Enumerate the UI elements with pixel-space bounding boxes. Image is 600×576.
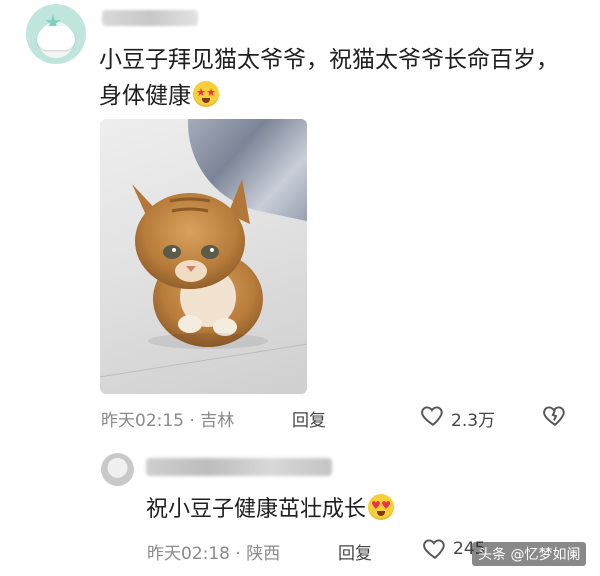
like-count: 2.3万	[451, 411, 496, 431]
reply-time: 昨天02:18	[147, 544, 230, 564]
comment-body: 小豆子拜见猫太爷爷，祝猫太爷爷长命百岁，身体健康	[99, 47, 559, 109]
reply-body: 祝小豆子健康茁壮成长	[146, 497, 367, 522]
broken-heart-icon[interactable]	[542, 402, 568, 428]
comment-location: 吉林	[200, 411, 235, 431]
reply-location: 陕西	[246, 544, 281, 564]
watermark: 头条 @忆梦如阑	[472, 542, 587, 566]
avatar-figure	[37, 26, 75, 50]
reply-avatar[interactable]	[101, 453, 134, 486]
heart-icon[interactable]	[420, 402, 446, 428]
reply-meta: 昨天02:18 · 陕西	[147, 539, 280, 564]
reply-username-redacted[interactable]	[146, 458, 332, 476]
comment-meta: 昨天02:15 · 吉林	[101, 406, 234, 431]
username-redacted[interactable]	[102, 10, 198, 26]
avatar[interactable]: ★	[26, 4, 86, 64]
meta-separator: ·	[235, 544, 241, 564]
comment-time: 昨天02:15	[101, 411, 184, 431]
cat-photo[interactable]	[100, 119, 307, 394]
star-struck-emoji-icon: ★ ★	[193, 81, 219, 107]
reply-text: 祝小豆子健康茁壮成长 ♥ ♥	[146, 491, 395, 523]
comment-text: 小豆子拜见猫太爷爷，祝猫太爷爷长命百岁，身体健康 ★ ★	[99, 42, 569, 114]
meta-separator: ·	[189, 411, 195, 431]
kitten-illustration	[132, 179, 268, 349]
heart-icon[interactable]	[422, 535, 448, 561]
heart-eyes-emoji-icon: ♥ ♥	[368, 494, 395, 520]
reply-button[interactable]: 回复	[292, 406, 326, 431]
reply-reply-button[interactable]: 回复	[338, 539, 372, 564]
